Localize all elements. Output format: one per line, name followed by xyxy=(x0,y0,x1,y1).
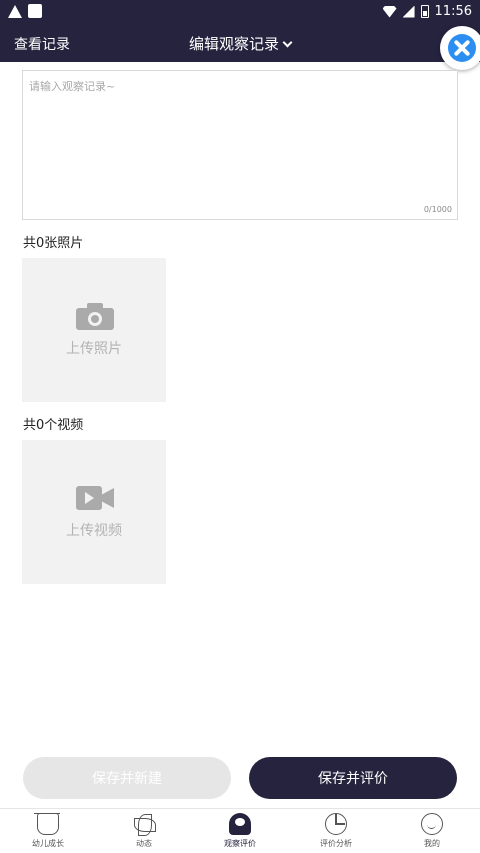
wifi-icon xyxy=(382,5,397,18)
camera-icon xyxy=(76,302,114,330)
app-root: 11:56 查看记录 编辑观察记录 0/1000 共0张照片 上传照片 共0个视… xyxy=(0,0,480,853)
page-title: 编辑观察记录 xyxy=(188,35,279,53)
tab-label: 幼儿成长 xyxy=(32,839,64,848)
upload-photo-button[interactable]: 上传照片 xyxy=(22,258,166,402)
floating-assistant-button[interactable] xyxy=(440,26,480,70)
tab-child-growth[interactable]: 幼儿成长 xyxy=(0,809,96,853)
tab-mine[interactable]: 我的 xyxy=(384,809,480,853)
save-and-new-button[interactable]: 保存并新建 xyxy=(23,757,231,799)
tab-analysis[interactable]: 评价分析 xyxy=(288,809,384,853)
observation-note-box: 0/1000 xyxy=(22,70,458,220)
char-counter: 0/1000 xyxy=(423,205,452,214)
face-icon xyxy=(421,813,443,835)
observation-note-input[interactable] xyxy=(23,71,457,219)
top-header: 查看记录 编辑观察记录 xyxy=(0,24,480,62)
video-camera-icon xyxy=(76,486,114,514)
photo-count-label: 共0张照片 xyxy=(23,236,84,251)
save-and-evaluate-button[interactable]: 保存并评价 xyxy=(249,757,457,799)
home-icon xyxy=(34,813,60,835)
status-time: 11:56 xyxy=(434,4,472,19)
upload-video-button[interactable]: 上传视频 xyxy=(22,440,166,584)
battery-icon xyxy=(420,5,429,18)
tab-observation[interactable]: 观察评价 xyxy=(192,809,288,853)
status-bar: 11:56 xyxy=(0,0,480,24)
pie-chart-icon xyxy=(325,813,347,835)
upload-video-label: 上传视频 xyxy=(66,523,122,539)
upload-photo-label: 上传照片 xyxy=(66,341,122,357)
tab-label: 观察评价 xyxy=(224,839,256,848)
tab-label: 动态 xyxy=(136,839,152,848)
warning-icon xyxy=(8,4,22,18)
chevron-down-icon xyxy=(282,37,293,48)
notification-icon xyxy=(28,4,42,18)
bottom-tab-bar: 幼儿成长 动态 观察评价 评价分析 我的 xyxy=(0,808,480,853)
badge-icon xyxy=(229,813,251,835)
tab-label: 评价分析 xyxy=(320,839,352,848)
pinwheel-icon xyxy=(133,813,155,836)
page-title-dropdown[interactable]: 编辑观察记录 xyxy=(0,33,480,54)
signal-icon xyxy=(402,5,415,18)
tab-label: 我的 xyxy=(424,839,440,848)
tools-icon xyxy=(448,34,476,62)
tab-feed[interactable]: 动态 xyxy=(96,809,192,853)
video-count-label: 共0个视频 xyxy=(23,418,84,433)
